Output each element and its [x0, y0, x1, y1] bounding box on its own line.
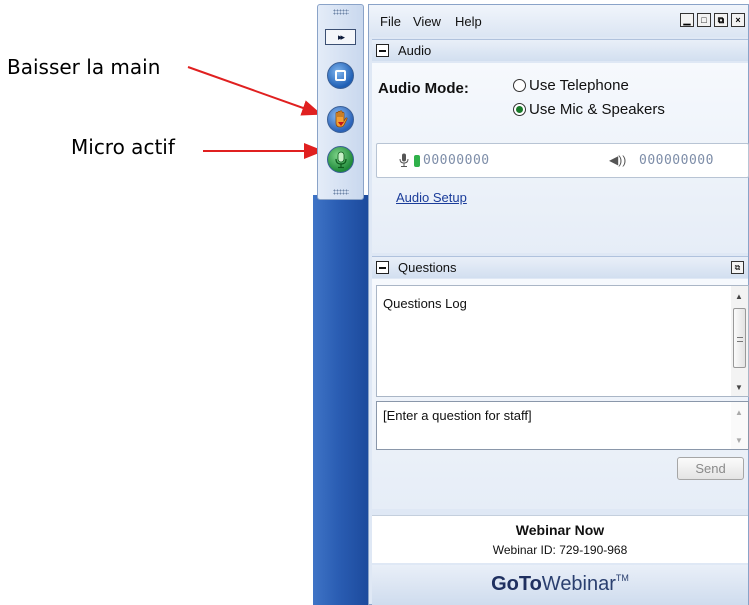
audio-panel: Audio Mode: Use Telephone Use Mic & Spea… — [372, 63, 749, 253]
questions-log-label: Questions Log — [383, 296, 467, 311]
questions-panel-header[interactable]: Questions ⧉ — [372, 256, 748, 278]
raise-hand-icon — [335, 109, 348, 127]
audio-mode-label: Audio Mode: — [378, 80, 469, 97]
questions-log-scrollbar[interactable]: ▲ ▼ — [731, 286, 748, 396]
webinar-title: Webinar Now — [515, 522, 605, 538]
menu-file[interactable]: File — [380, 14, 401, 29]
annotation-mic-active: Micro actif — [71, 135, 175, 159]
use-mic-speakers-label[interactable]: Use Mic & Speakers — [529, 101, 665, 118]
scroll-down-icon[interactable]: ▼ — [735, 383, 743, 392]
questions-panel: Questions Log ▲ ▼ [Enter a question for … — [372, 279, 749, 509]
gotowebinar-logo: GoToWebinarTM — [491, 573, 629, 595]
scroll-up-icon[interactable]: ▲ — [735, 292, 743, 301]
question-input-scrollbar[interactable]: ▲ ▼ — [731, 402, 748, 449]
brand-bar: GoToWebinarTM — [372, 565, 748, 605]
speaker-level-readout: 000000000 — [639, 153, 714, 168]
mic-level-readout: 00000000 — [423, 153, 490, 168]
arrow-to-hand — [187, 66, 322, 116]
send-button[interactable]: Send — [677, 457, 744, 480]
maximize-button[interactable]: □ — [697, 13, 711, 27]
scroll-thumb[interactable] — [733, 308, 746, 368]
annotation-raise-hand: Baisser la main — [7, 55, 161, 79]
restore-button[interactable]: ⧉ — [714, 13, 728, 27]
screen-icon — [335, 70, 346, 81]
minimize-button[interactable]: ▁ — [680, 13, 694, 27]
desktop-background — [313, 195, 369, 605]
grip-handle-bottom[interactable] — [333, 189, 349, 195]
questions-log: Questions Log ▲ ▼ — [376, 285, 749, 397]
input-scroll-up-icon[interactable]: ▲ — [735, 408, 743, 417]
audio-panel-header[interactable]: Audio — [372, 39, 748, 61]
close-button[interactable]: × — [731, 13, 745, 27]
questions-panel-title: Questions — [398, 260, 457, 275]
use-telephone-radio[interactable] — [513, 79, 526, 92]
raise-hand-button[interactable] — [327, 106, 354, 133]
screen-button[interactable] — [327, 62, 354, 89]
grip-handle-top[interactable] — [333, 9, 349, 15]
use-telephone-label[interactable]: Use Telephone — [529, 77, 629, 94]
gotowebinar-window: File View Help ▁ □ ⧉ × Audio Audio Mode:… — [368, 4, 749, 605]
collapse-audio-icon[interactable] — [376, 44, 389, 57]
question-input-placeholder: [Enter a question for staff] — [383, 408, 532, 423]
speaker-icon: ◀)) — [609, 153, 627, 167]
microphone-icon — [334, 151, 347, 168]
collapse-questions-icon[interactable] — [376, 261, 389, 274]
menu-view[interactable]: View — [413, 14, 441, 29]
microphone-button[interactable] — [327, 146, 354, 173]
screen: Baisser la main Micro actif ▸▸ File View… — [0, 0, 749, 605]
control-panel: ▸▸ — [317, 4, 364, 200]
webinar-id: Webinar ID: 729-190-968 — [492, 543, 628, 557]
menu-help[interactable]: Help — [455, 14, 482, 29]
input-scroll-down-icon[interactable]: ▼ — [735, 436, 743, 445]
popout-questions-icon[interactable]: ⧉ — [731, 261, 744, 274]
expand-panel-button[interactable]: ▸▸ — [325, 29, 356, 45]
audio-setup-link[interactable]: Audio Setup — [396, 190, 467, 205]
menu-bar: File View Help ▁ □ ⧉ × — [369, 5, 748, 37]
webinar-info: Webinar Now Webinar ID: 729-190-968 — [372, 515, 748, 563]
use-mic-speakers-radio[interactable] — [513, 103, 526, 116]
question-input[interactable]: [Enter a question for staff] ▲ ▼ — [376, 401, 749, 450]
mic-level-icon — [399, 153, 409, 167]
audio-panel-title: Audio — [398, 43, 432, 58]
audio-level-meter: 00000000 ◀)) 000000000 — [376, 143, 749, 178]
mic-level-active-bar — [414, 155, 420, 167]
